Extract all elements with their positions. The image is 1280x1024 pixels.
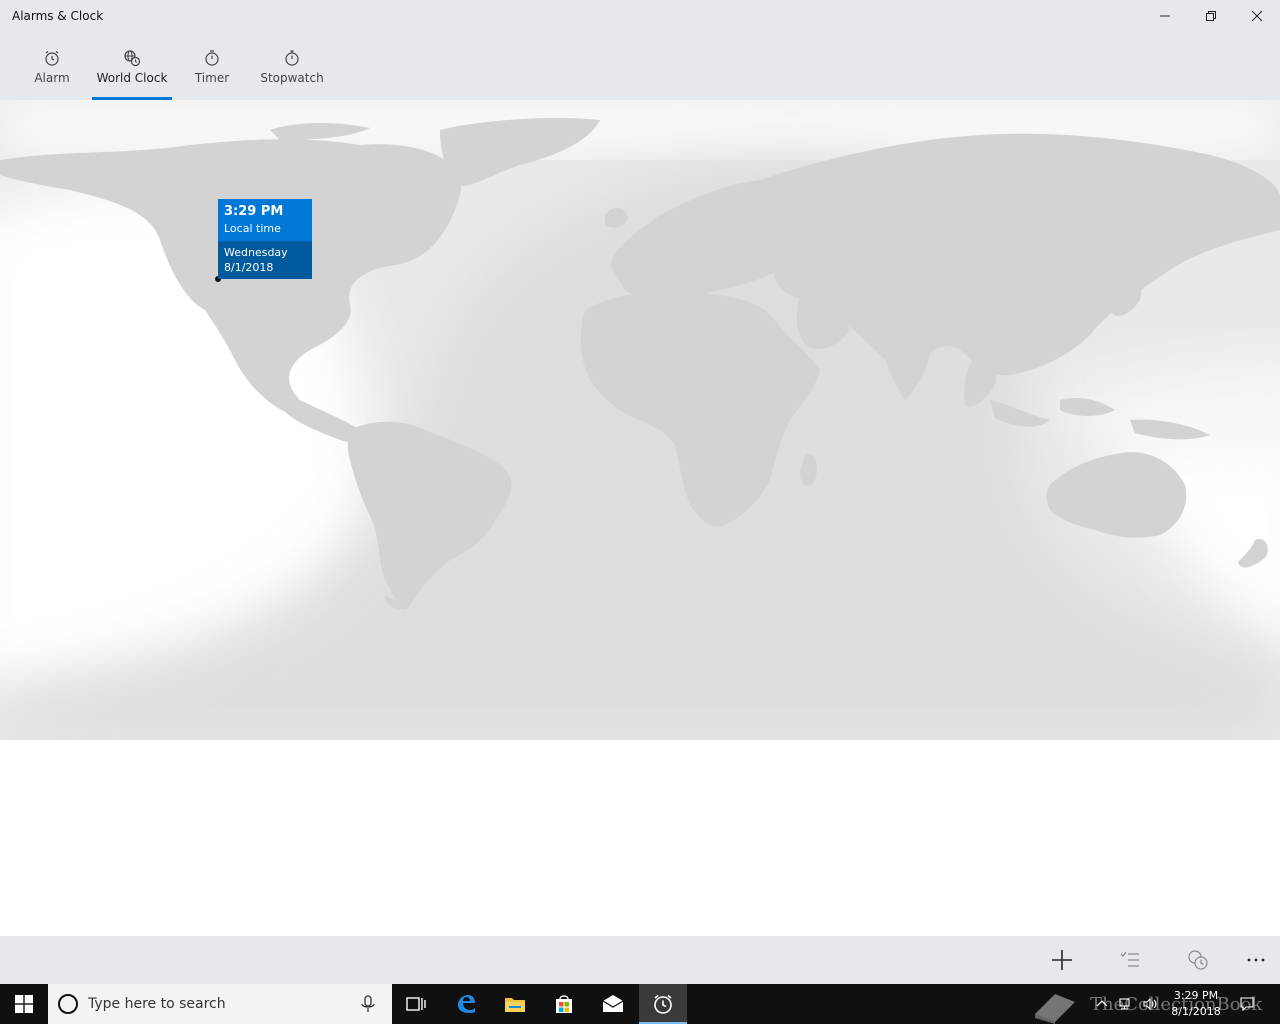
- mail-icon: [602, 995, 624, 1012]
- timer-icon: [205, 50, 219, 66]
- windows-logo-icon: [15, 995, 33, 1013]
- tab-stopwatch-label: Stopwatch: [260, 71, 324, 85]
- cortana-icon: [58, 994, 78, 1014]
- local-date: 8/1/2018: [224, 261, 274, 274]
- compare-clock-icon: [1188, 950, 1208, 970]
- more-icon: [1247, 958, 1265, 962]
- tab-alarm-label: Alarm: [34, 71, 70, 85]
- local-time-card-date: Wednesday 8/1/2018: [218, 241, 312, 279]
- local-time-label: Local time: [224, 222, 281, 235]
- local-time-value: 3:29 PM: [224, 204, 284, 219]
- tab-world-clock-label: World Clock: [96, 71, 168, 85]
- restore-button[interactable]: [1188, 0, 1234, 32]
- task-view-icon: [406, 997, 426, 1011]
- network-icon: [1119, 998, 1130, 1010]
- edge-button[interactable]: [442, 984, 490, 1024]
- action-center-button[interactable]: [1236, 984, 1258, 1024]
- folder-icon: [505, 998, 525, 1012]
- store-icon: [556, 995, 572, 1013]
- notification-icon: [1240, 997, 1254, 1012]
- file-explorer-button[interactable]: [491, 984, 539, 1024]
- close-button[interactable]: [1234, 0, 1280, 32]
- alarm-clock-icon: [654, 994, 672, 1014]
- search-placeholder: Type here to search: [88, 996, 226, 1012]
- more-button[interactable]: [1232, 936, 1280, 984]
- microphone-icon[interactable]: [358, 994, 378, 1014]
- minimize-button[interactable]: [1142, 0, 1188, 32]
- edge-icon: [458, 995, 475, 1013]
- add-button[interactable]: [1038, 936, 1086, 984]
- local-time-card-header: 3:29 PM Local time: [218, 199, 312, 241]
- network-button[interactable]: [1116, 984, 1136, 1024]
- volume-icon: [1143, 997, 1157, 1011]
- select-button[interactable]: [1106, 936, 1154, 984]
- alarms-clock-taskbar-button[interactable]: [639, 984, 687, 1024]
- tab-world-clock[interactable]: World Clock: [92, 44, 172, 100]
- close-icon: [1251, 10, 1263, 22]
- minimize-icon: [1160, 15, 1170, 17]
- compare-button[interactable]: [1174, 936, 1222, 984]
- volume-button[interactable]: [1140, 984, 1160, 1024]
- restore-icon: [1206, 11, 1216, 21]
- world-clock-icon: [124, 50, 141, 67]
- store-button[interactable]: [540, 984, 588, 1024]
- command-bar: [0, 936, 1280, 984]
- taskbar: Type here to search TheCollectionBook 3:…: [0, 984, 1280, 1024]
- world-map[interactable]: 3:29 PM Local time Wednesday 8/1/2018: [0, 100, 1280, 740]
- alarm-icon: [45, 51, 59, 66]
- tab-timer[interactable]: Timer: [192, 44, 232, 100]
- app-header: Alarms & Clock Alarm World Clock Timer S…: [0, 0, 1280, 100]
- tray-overflow-button[interactable]: [1092, 984, 1112, 1024]
- world-map-graphic: [0, 100, 1280, 740]
- window-title: Alarms & Clock: [12, 9, 104, 23]
- tab-stopwatch[interactable]: Stopwatch: [260, 44, 324, 100]
- stopwatch-icon: [285, 50, 299, 66]
- book-watermark-icon: [1035, 994, 1075, 1024]
- task-view-button[interactable]: [392, 984, 440, 1024]
- taskbar-time: 3:29 PM: [1173, 989, 1219, 1002]
- tab-timer-label: Timer: [194, 71, 230, 85]
- taskbar-clock[interactable]: 3:29 PM 8/1/2018: [1166, 988, 1226, 1020]
- plus-icon: [1052, 950, 1072, 970]
- chevron-up-icon: [1096, 1000, 1108, 1007]
- taskbar-search[interactable]: Type here to search: [48, 984, 392, 1024]
- local-day: Wednesday: [224, 246, 288, 259]
- mail-button[interactable]: [589, 984, 637, 1024]
- start-button[interactable]: [0, 984, 48, 1024]
- taskbar-date: 8/1/2018: [1171, 1005, 1221, 1018]
- tab-alarm[interactable]: Alarm: [32, 44, 72, 100]
- local-time-card[interactable]: 3:29 PM Local time Wednesday 8/1/2018: [218, 199, 312, 279]
- checklist-icon: [1120, 951, 1139, 967]
